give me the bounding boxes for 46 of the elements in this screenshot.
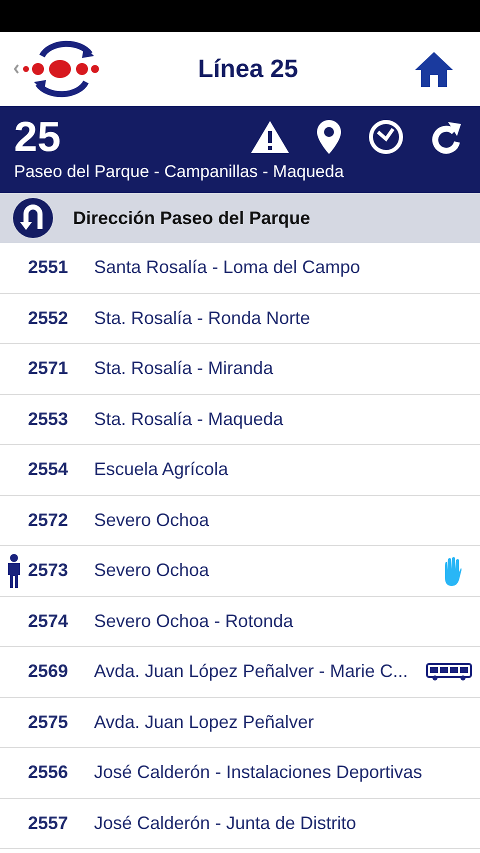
stop-row[interactable]: 2556 José Calderón - Instalaciones Deportivas — [0, 748, 480, 798]
stop-name: Sta. Rosalía - Ronda Norte — [94, 308, 312, 329]
clock-icon[interactable] — [368, 119, 404, 155]
stop-code: 2551 — [28, 257, 70, 278]
stop-code: 2553 — [28, 408, 70, 430]
stop-code: 2557 — [28, 812, 70, 834]
stop-row[interactable]: 2569 Avda. Juan López Peñalver - Marie C... — [0, 647, 480, 698]
stop-row[interactable]: 2554 Escuela Agrícola — [0, 445, 480, 496]
stop-name: José Calderón - Junta de Distrito — [94, 812, 358, 834]
stop-name: Sta. Rosalía - Miranda — [94, 358, 274, 380]
direction-label: Dirección Paseo del Parque — [73, 208, 310, 228]
stop-name: Avda. Juan Lopez Peñalver — [94, 712, 315, 733]
stop-code: 2554 — [28, 459, 70, 480]
stop-code: 2575 — [28, 712, 70, 733]
stop-row[interactable]: 2557 José Calderón - Junta de Distrito — [0, 798, 480, 849]
warning-icon[interactable] — [250, 120, 290, 154]
stop-name: Severo Ochoa — [94, 560, 210, 582]
refresh-icon[interactable] — [430, 120, 462, 154]
stop-name: Avda. Juan López Peñalver - Marie C... — [94, 661, 409, 682]
stop-row[interactable]: 2571 Sta. Rosalía - Miranda — [0, 344, 480, 394]
stop-row[interactable]: 2552 Sta. Rosalía - Ronda Norte — [0, 294, 480, 344]
stop-code: 2571 — [28, 358, 70, 380]
stop-name: Santa Rosalía - Loma del Campo — [94, 257, 362, 278]
line-number: 25 — [14, 116, 61, 158]
stop-name: Severo Ochoa — [94, 510, 210, 531]
route-text: Paseo del Parque - Campanillas - Maqueda — [14, 162, 345, 182]
stop-row[interactable]: 2551 Santa Rosalía - Loma del Campo — [0, 243, 480, 294]
stop-row[interactable]: 2572 Severo Ochoa — [0, 496, 480, 546]
stop-code: 2556 — [28, 762, 70, 784]
screen-title: Línea 25 — [196, 54, 300, 84]
stop-name: Severo Ochoa - Rotonda — [94, 610, 294, 632]
stop-row[interactable]: 2553 Sta. Rosalía - Maqueda — [0, 394, 480, 445]
stop-code: 2572 — [28, 510, 70, 531]
stop-code: 2574 — [28, 610, 70, 632]
stop-name: José Calderón - Instalaciones Deportivas — [94, 762, 424, 784]
stop-code: 2573 — [28, 560, 70, 582]
stop-name: Sta. Rosalía - Maqueda — [94, 408, 284, 430]
stop-code: 2569 — [28, 661, 70, 682]
location-pin-icon[interactable] — [316, 119, 342, 155]
stop-code: 2552 — [28, 308, 70, 329]
stop-name: Escuela Agrícola — [94, 459, 230, 480]
u-turn-icon[interactable] — [13, 198, 53, 238]
stop-row[interactable]: 2574 Severo Ochoa - Rotonda — [0, 596, 480, 647]
home-icon[interactable] — [414, 50, 454, 88]
stop-row[interactable]: 2573 Severo Ochoa — [0, 546, 480, 596]
stop-row[interactable]: 2575 Avda. Juan Lopez Peñalver — [0, 698, 480, 748]
